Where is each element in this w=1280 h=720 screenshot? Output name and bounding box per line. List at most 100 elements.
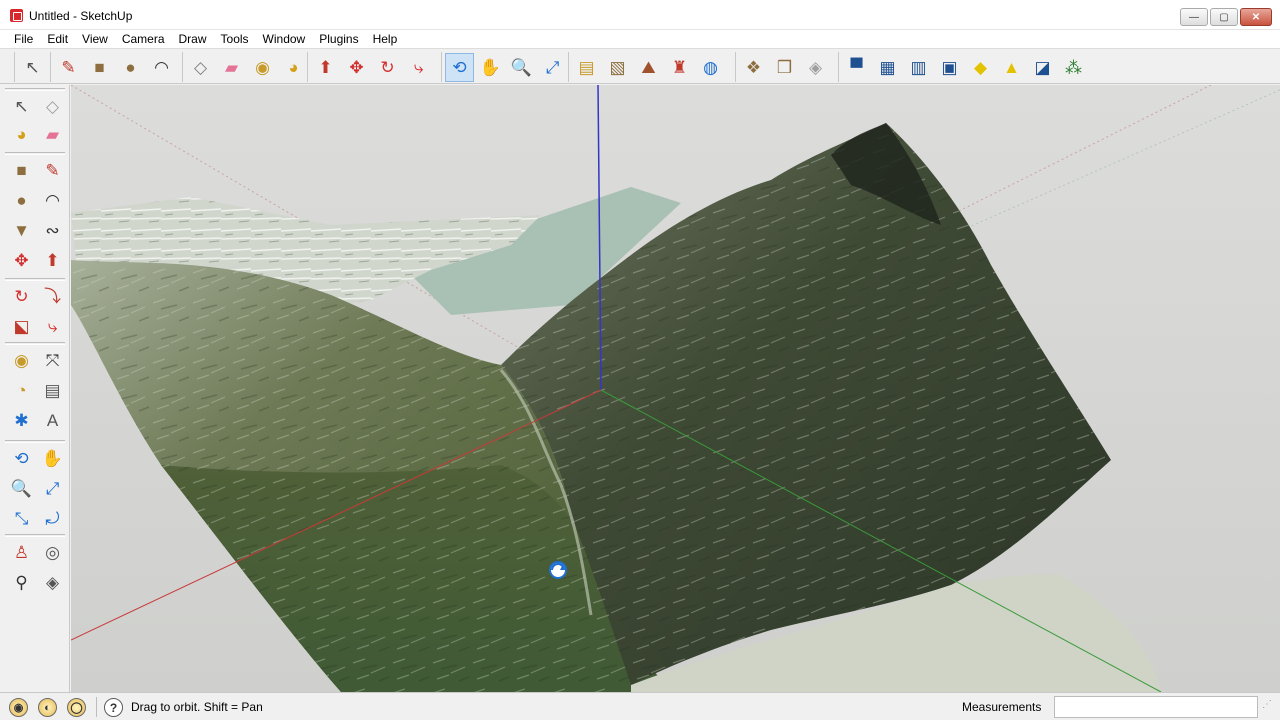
toolbar-add-building-button[interactable]: ♜ bbox=[666, 54, 693, 81]
toolbar-paint-bucket-button[interactable]: ◕ bbox=[280, 54, 307, 81]
left-toolbar-push-pull-button[interactable]: ⬆ bbox=[39, 247, 66, 274]
toolbar-get-models-button[interactable]: ❖ bbox=[740, 54, 767, 81]
left-toolbar-dimension-button[interactable]: ⤧ bbox=[39, 347, 66, 374]
toolbar-sandbox-stamp-button[interactable]: ▣ bbox=[936, 54, 963, 81]
toolbar-follow-me-button[interactable]: ⤷ bbox=[405, 54, 432, 81]
menu-edit[interactable]: Edit bbox=[40, 32, 75, 46]
toolbar-zoom-button[interactable]: 🔍 bbox=[508, 54, 535, 81]
sketchup-app-icon[interactable] bbox=[10, 9, 23, 22]
toolbar-sandbox-add-detail-button[interactable]: ▲ bbox=[998, 54, 1025, 81]
left-toolbar-rotate-button[interactable]: ↻ bbox=[8, 283, 35, 310]
left-toolbar-zoom-button[interactable]: 🔍 bbox=[8, 475, 35, 502]
left-toolbar-walk-button[interactable]: ⚲ bbox=[8, 569, 35, 596]
left-toolbar-look-around-button[interactable]: ◎ bbox=[39, 539, 66, 566]
left-toolbar-offset-button[interactable]: ⤷ bbox=[39, 313, 66, 340]
axes-icon: ✱ bbox=[14, 411, 29, 430]
toolbar-sandbox-from-scratch-button[interactable]: ▦ bbox=[874, 54, 901, 81]
menu-camera[interactable]: Camera bbox=[115, 32, 172, 46]
toolbar-share-model-button[interactable]: ❒ bbox=[771, 54, 798, 81]
share-model-icon: ❒ bbox=[776, 57, 793, 77]
left-toolbar-select-button[interactable]: ↖ bbox=[8, 93, 35, 120]
close-button[interactable]: ✕ bbox=[1240, 8, 1272, 26]
toolbar-rectangle-button[interactable]: ■ bbox=[86, 54, 113, 81]
toolbar-eraser-button[interactable]: ▰ bbox=[218, 54, 245, 81]
menu-draw[interactable]: Draw bbox=[172, 32, 214, 46]
left-toolbar-orbit-button[interactable]: ⟲ bbox=[8, 445, 35, 472]
toolbar-sandbox-smoove-button[interactable]: ▥ bbox=[905, 54, 932, 81]
menu-view[interactable]: View bbox=[75, 32, 115, 46]
maximize-button[interactable]: ▢ bbox=[1210, 8, 1238, 26]
terrain-scene[interactable] bbox=[71, 85, 1280, 692]
measurements-label: Measurements bbox=[962, 700, 1042, 714]
toolbar-toggle-terrain-button[interactable]: ▧ bbox=[604, 54, 631, 81]
left-toolbar-circle-button[interactable]: ● bbox=[8, 187, 35, 214]
protractor-icon: ◔ bbox=[16, 381, 27, 400]
toolbar-add-location-button[interactable]: ⛰ bbox=[635, 54, 662, 81]
status-hint: Drag to orbit. Shift = Pan bbox=[131, 700, 263, 714]
toolbar-pan-button[interactable]: ✋ bbox=[477, 54, 504, 81]
zoom-icon: 🔍 bbox=[10, 479, 33, 498]
toolbar-select-button[interactable]: ↖ bbox=[19, 54, 46, 81]
left-toolbar-separator bbox=[5, 440, 65, 443]
left-toolbar-eraser-button[interactable]: ▰ bbox=[39, 121, 66, 148]
credits-icon[interactable]: ◐ bbox=[38, 698, 57, 717]
toolbar-get-current-view-button[interactable]: ▤ bbox=[573, 54, 600, 81]
menu-help[interactable]: Help bbox=[366, 32, 405, 46]
toolbar-make-component-button[interactable]: ◇ bbox=[187, 54, 214, 81]
minimize-button[interactable]: — bbox=[1180, 8, 1208, 26]
left-toolbar-follow-me-button[interactable]: ⤵ bbox=[39, 283, 66, 310]
toolbar-group-2: ✎ ■ ● ◠ bbox=[50, 52, 179, 82]
left-toolbar-text-button[interactable]: ▤ bbox=[39, 377, 66, 404]
left-toolbar-line-button[interactable]: ✎ bbox=[39, 157, 66, 184]
resize-grip-icon[interactable]: ⋰ bbox=[1262, 699, 1276, 715]
left-toolbar-move-button[interactable]: ✥ bbox=[8, 247, 35, 274]
left-toolbar-previous-view-button[interactable]: ⤾ bbox=[39, 505, 66, 532]
toolbar-rotate-button[interactable]: ↻ bbox=[374, 54, 401, 81]
drawing-viewport[interactable] bbox=[71, 85, 1280, 692]
left-toolbar-section-plane-button[interactable]: ◈ bbox=[39, 569, 66, 596]
left-toolbar-freehand-button[interactable]: ∾ bbox=[39, 217, 66, 244]
left-toolbar-axes-button[interactable]: ✱ bbox=[8, 407, 35, 434]
left-toolbar-zoom-window-button[interactable]: ⤢ bbox=[39, 475, 66, 502]
polygon-icon: ▼ bbox=[13, 221, 30, 240]
toolbar-orbit-button[interactable]: ⟲ bbox=[445, 52, 474, 82]
toolbar-sandbox-drape-button[interactable]: ◆ bbox=[967, 54, 994, 81]
menu-tools[interactable]: Tools bbox=[214, 32, 256, 46]
left-toolbar-make-component-button[interactable]: ◇ bbox=[39, 93, 66, 120]
rotate-icon: ↻ bbox=[14, 287, 29, 306]
left-toolbar-polygon-button[interactable]: ▼ bbox=[8, 217, 35, 244]
toolbar-preview-google-earth-button[interactable]: ◍ bbox=[697, 54, 724, 81]
left-toolbar-zoom-extents-button[interactable]: ⤡ bbox=[8, 505, 35, 532]
toolbar-line-button[interactable]: ✎ bbox=[55, 54, 82, 81]
toolbar-tape-measure-button[interactable]: ◉ bbox=[249, 54, 276, 81]
left-toolbar-position-camera-button[interactable]: ♙ bbox=[8, 539, 35, 566]
help-icon[interactable]: ? bbox=[104, 698, 123, 717]
measurements-input[interactable] bbox=[1054, 696, 1258, 718]
left-toolbar-tape-measure-button[interactable]: ◉ bbox=[8, 347, 35, 374]
toolbar-sandbox-flip-edge-button[interactable]: ◪ bbox=[1029, 54, 1056, 81]
select-icon: ↖ bbox=[14, 97, 29, 116]
left-toolbar-rectangle-button[interactable]: ■ bbox=[8, 157, 35, 184]
left-toolbar-arc-button[interactable]: ◠ bbox=[39, 187, 66, 214]
toolbar-sandbox-from-contours-button[interactable]: ▀ bbox=[843, 54, 870, 81]
toolbar-share-component-button[interactable]: ◈ bbox=[802, 54, 829, 81]
menu-plugins[interactable]: Plugins bbox=[312, 32, 365, 46]
sketchup-window: Untitled - SketchUp — ▢ ✕ File Edit View… bbox=[0, 0, 1280, 720]
menu-file[interactable]: File bbox=[7, 32, 40, 46]
toolbar-zoom-extents-button[interactable]: ⤢ bbox=[539, 54, 566, 81]
menu-window[interactable]: Window bbox=[256, 32, 313, 46]
user-icon[interactable]: ◯ bbox=[67, 698, 86, 717]
left-toolbar-scale-button[interactable]: ⬕ bbox=[8, 313, 35, 340]
left-toolbar-3d-text-button[interactable]: A bbox=[39, 407, 66, 434]
geo-location-icon[interactable]: ◉ bbox=[9, 698, 28, 717]
toolbar-push-pull-button[interactable]: ⬆ bbox=[312, 54, 339, 81]
toolbar-circle-button[interactable]: ● bbox=[117, 54, 144, 81]
toolbar-move-button[interactable]: ✥ bbox=[343, 54, 370, 81]
toolbar-arc-button[interactable]: ◠ bbox=[148, 54, 175, 81]
menu-bar: File Edit View Camera Draw Tools Window … bbox=[0, 30, 1280, 48]
left-toolbar-paint-bucket-button[interactable]: ◕ bbox=[8, 121, 35, 148]
left-toolbar-pan-button[interactable]: ✋ bbox=[39, 445, 66, 472]
toolbar-styles-button[interactable]: ⁂ bbox=[1060, 54, 1087, 81]
left-toolbar-protractor-button[interactable]: ◔ bbox=[8, 377, 35, 404]
title-bar[interactable]: Untitled - SketchUp — ▢ ✕ bbox=[0, 0, 1280, 30]
